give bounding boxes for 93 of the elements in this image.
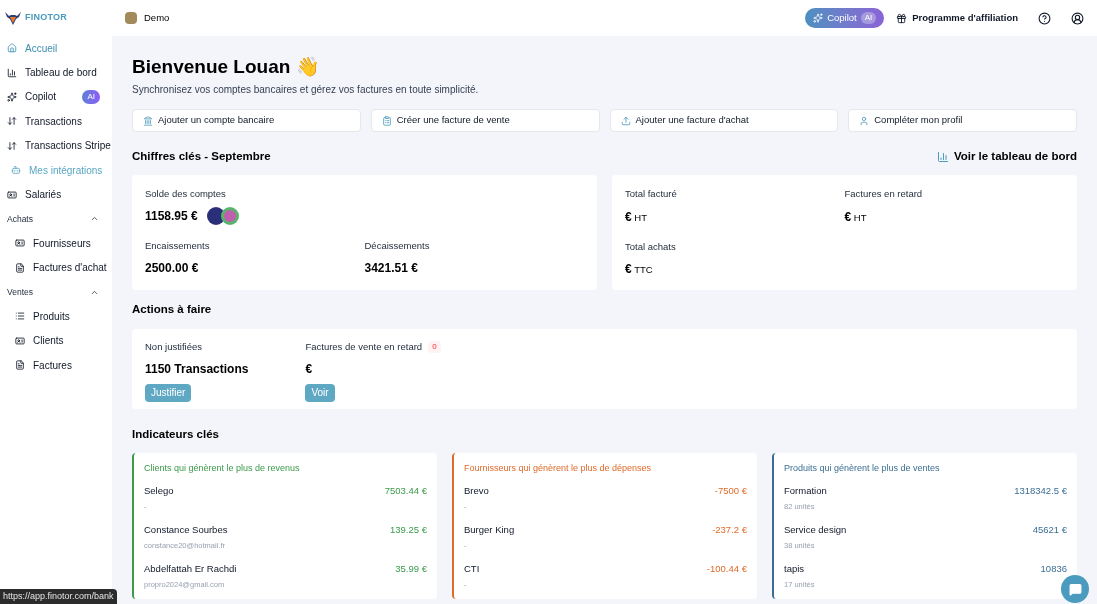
sidebar-item[interactable]: Accueil [0, 36, 112, 61]
welcome-subtitle: Synchronisez vos comptes bancaires et gérez vos factures en toute simplicité. [132, 83, 479, 97]
id-card-icon [15, 335, 25, 346]
quick-action-button[interactable]: Compléter mon profil [848, 109, 1077, 132]
section-title: Indicateurs clés [132, 426, 219, 442]
stat-label: Non justifiées [145, 339, 203, 354]
stat-label: Décaissements [364, 238, 430, 253]
sidebar-item[interactable]: Clients [0, 328, 112, 354]
document-icon [15, 360, 25, 371]
company-logo-icon [125, 12, 137, 24]
brand-name: FINOTOR [25, 11, 67, 25]
stat-value: 3421.51 € [364, 259, 418, 277]
quick-action-button[interactable]: Ajouter un compte bancaire [132, 109, 361, 132]
chat-icon [1068, 582, 1082, 596]
row-amount: 139.25 € [390, 523, 427, 538]
row-amount: 45621 € [1032, 523, 1067, 538]
home-icon [7, 43, 17, 54]
dashboard-link[interactable]: Voir le tableau de bord [936, 148, 1077, 166]
row-name: Constance Sourbes [144, 523, 228, 538]
card-title: Fournisseurs qui génèrent le plus de dépenses [464, 461, 652, 475]
bar-chart-icon [936, 150, 949, 163]
section-title: Actions à faire [132, 302, 212, 318]
card-title: Produits qui génèrent le plus de ventes [784, 461, 940, 475]
stat-label: Total achats [625, 239, 676, 254]
row-name: Brevo [464, 484, 489, 499]
sidebar-item[interactable]: Fournisseurs [0, 231, 112, 256]
stat-label: Factures de vente en retard [305, 339, 423, 354]
row-name: tapis [784, 562, 805, 577]
sidebar-item[interactable]: Factures d'achat [0, 255, 112, 280]
count-badge: 0 [428, 340, 441, 353]
bar-chart-icon [7, 67, 17, 78]
row-amount: 7503.44 € [384, 484, 427, 499]
row-amount: 1318342.5 € [1014, 484, 1067, 499]
arrows-icon [7, 140, 17, 151]
welcome-title: Bienvenue Louan 👋 [132, 56, 320, 78]
status-url: https://app.finotor.com/bank [0, 589, 117, 604]
row-amount: 35.99 € [395, 562, 427, 577]
stat-value: € [305, 360, 313, 378]
stat-label: Encaissements [145, 238, 210, 253]
sidebar-item[interactable]: Transactions [0, 109, 112, 134]
gift-icon [896, 12, 908, 24]
stat-value: 1150 Transactions [145, 360, 249, 378]
arrows-icon [7, 116, 17, 127]
row-amount: 10836 [1040, 562, 1067, 577]
stat-value: € TTC [625, 260, 653, 278]
sidebar-item[interactable]: Tableau de bord [0, 60, 112, 85]
stat-label: Factures en retard [844, 187, 923, 202]
profile-icon[interactable] [1071, 11, 1084, 25]
sparkles-icon [7, 91, 17, 102]
affiliation-link[interactable]: Programme d'affiliation [896, 10, 1018, 26]
bull-logo-icon [5, 11, 21, 25]
robot-icon [11, 165, 21, 176]
stat-label: Solde des comptes [145, 187, 226, 202]
section-title: Chiffres clés - Septembre [132, 149, 271, 164]
bank-icon [143, 115, 153, 126]
row-amount: -100.44 € [706, 562, 747, 577]
stat-value: 1158.95 € [145, 207, 198, 225]
quick-action-button[interactable]: Ajouter une facture d'achat [609, 109, 839, 132]
row-name: Abdelfattah Er Rachdi [144, 562, 237, 577]
card-title: Clients qui génèrent le plus de revenus [144, 461, 300, 475]
document-icon [15, 262, 25, 273]
sidebar-section[interactable]: Ventes [0, 279, 112, 305]
id-card-icon [15, 238, 25, 249]
row-name: Service design [784, 523, 847, 538]
ai-badge: AI [860, 12, 877, 24]
clipboard-icon [381, 115, 392, 126]
sidebar-item[interactable]: Copilot AI [0, 84, 112, 110]
stat-label: Total facturé [625, 187, 677, 202]
copilot-button[interactable]: Copilot AI [805, 8, 885, 28]
stat-value: € HT [844, 208, 867, 226]
company-name[interactable]: Demo [144, 10, 170, 26]
sidebar-item[interactable]: Factures [0, 353, 112, 378]
ai-badge: AI [82, 89, 100, 104]
quick-action-button[interactable]: Créer une facture de vente [370, 109, 600, 132]
sidebar-item[interactable]: Salariés [0, 182, 112, 207]
row-name: Burger King [464, 523, 515, 538]
stat-value: € HT [625, 208, 647, 226]
row-amount: -237.2 € [712, 523, 747, 538]
sidebar-section[interactable]: Achats [0, 206, 112, 232]
id-card-icon [7, 189, 17, 200]
user-icon [859, 115, 870, 126]
bank-logos-icon [205, 205, 242, 226]
help-icon[interactable] [1038, 11, 1051, 25]
sidebar-item[interactable]: Transactions Stripe [0, 133, 112, 158]
row-name: Formation [784, 484, 827, 499]
list-icon [15, 311, 25, 322]
row-amount: -7500 € [714, 484, 747, 499]
sidebar-item[interactable]: Produits [0, 304, 112, 329]
upload-icon [620, 115, 631, 126]
stat-value: 2500.00 € [145, 259, 199, 277]
sparkles-icon [813, 13, 824, 23]
row-name: CTI [464, 562, 480, 577]
row-name: Selego [144, 484, 174, 499]
